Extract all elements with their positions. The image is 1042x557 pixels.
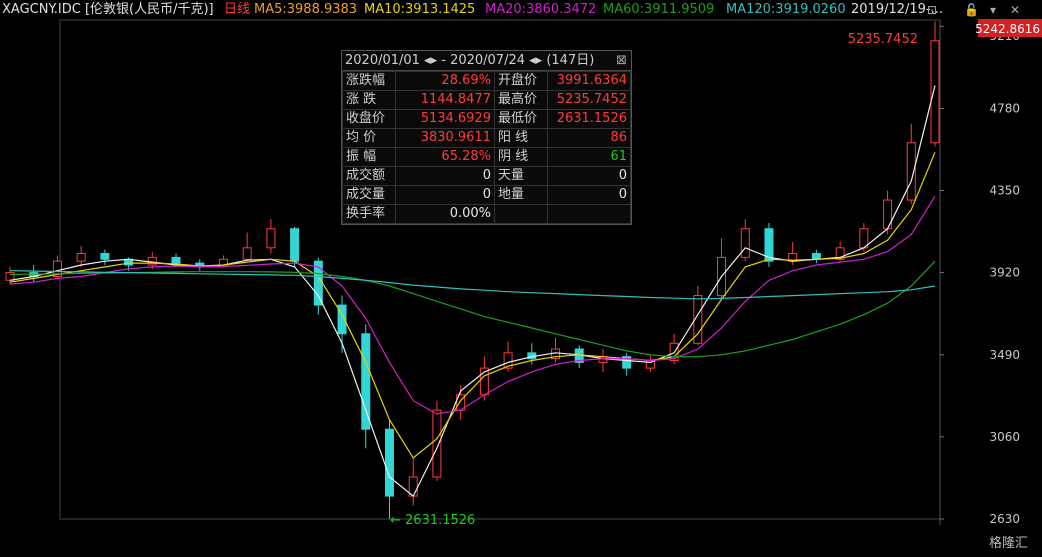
stat-label: 收盘价 [342, 109, 396, 129]
stat-value: 3830.9611 [395, 128, 495, 148]
stat-value [547, 204, 631, 224]
popup-row: 涨 跌 1144.8477 最高价 5235.7452 [342, 90, 631, 110]
y-tick-label: 3920 [989, 266, 1020, 280]
y-tick-label: 4780 [989, 101, 1020, 115]
candle-body [100, 253, 110, 260]
popup-days: (147日) [546, 53, 595, 68]
popup-row: 换手率 0.00% [342, 204, 631, 224]
ma20-value: MA20:3860.3472 [485, 2, 597, 17]
popup-row: 成交额 0 天量 0 [342, 166, 631, 186]
stat-value: 5134.6929 [395, 109, 495, 129]
ma120-value: MA120:3919.0260 [726, 2, 846, 17]
popup-title: 2020/01/01 ◂▸ - 2020/07/24 ◂▸ (147日) ⊠ [342, 51, 631, 71]
stat-label: 涨跌幅 [342, 71, 396, 91]
candle-body [195, 262, 205, 266]
stat-label: 阳 线 [494, 128, 548, 148]
candle-body [242, 247, 252, 260]
candle-body [384, 428, 394, 497]
chart-header: XAGCNY.IDC [伦敦银(人民币/千克)] 日线 MA5:3988.938… [0, 0, 1042, 20]
y-tick-label: 4350 [989, 184, 1020, 198]
candle-body [740, 228, 750, 258]
candle-body [930, 40, 940, 144]
stat-value: 65.28% [395, 147, 495, 167]
candle-body [76, 253, 86, 262]
ma120-line [9, 270, 936, 300]
stat-value: 3991.6364 [547, 71, 631, 91]
stat-label: 成交额 [342, 166, 396, 186]
range-stats-popup: 2020/01/01 ◂▸ - 2020/07/24 ◂▸ (147日) ⊠ 涨… [341, 50, 632, 225]
stat-value: 0.00% [395, 204, 495, 224]
stat-value: 0 [395, 166, 495, 186]
low-price-label: ← 2631.1526 [390, 513, 475, 528]
popup-row: 均 价 3830.9611 阳 线 86 [342, 128, 631, 148]
maximize-icon[interactable]: ⊡ [927, 0, 937, 20]
stat-label: 阴 线 [494, 147, 548, 167]
close-icon[interactable]: ⊠ [616, 51, 627, 70]
stat-label: 天量 [494, 166, 548, 186]
popup-row: 成交量 0 地量 0 [342, 185, 631, 205]
close-icon[interactable]: ✕ [1010, 0, 1020, 20]
candle-body [290, 228, 300, 262]
popup-row: 收盘价 5134.6929 最低价 2631.1526 [342, 109, 631, 129]
popup-date-range[interactable]: 2020/01/01 ◂▸ - 2020/07/24 ◂▸ [345, 53, 542, 68]
stat-label [494, 204, 548, 224]
current-price-label: 5242.8616 [975, 22, 1040, 36]
stat-label: 振 幅 [342, 147, 396, 167]
stat-value: 1144.8477 [395, 90, 495, 110]
candle-body [811, 253, 821, 260]
stat-label: 换手率 [342, 204, 396, 224]
stat-value: 0 [547, 185, 631, 205]
period-label[interactable]: 日线 [224, 0, 250, 20]
symbol-label: XAGCNY.IDC [伦敦银(人民币/千克)] [2, 2, 214, 17]
stat-value: 86 [547, 128, 631, 148]
y-tick-label: 3490 [989, 348, 1020, 362]
stat-label: 最高价 [494, 90, 548, 110]
chevron-down-icon[interactable]: ▾ [990, 0, 996, 20]
stat-value: 28.69% [395, 71, 495, 91]
ma60-value: MA60:3911.9509 [603, 2, 715, 17]
candle-body [266, 228, 276, 249]
lock-icon[interactable]: 🔓 [964, 0, 979, 20]
y-axis: 52104780435039203490306026305242.8616 [939, 19, 1042, 526]
stat-value: 5235.7452 [547, 90, 631, 110]
candle-body [432, 409, 442, 478]
stat-label: 均 价 [342, 128, 396, 148]
y-tick-label: 3060 [989, 430, 1020, 444]
ma60-line [9, 260, 936, 358]
candle-body [361, 333, 371, 430]
candle-body [5, 272, 15, 281]
stat-label: 成交量 [342, 185, 396, 205]
popup-row: 振 幅 65.28% 阴 线 61 [342, 147, 631, 167]
ma5-value: MA5:3988.9383 [254, 2, 358, 17]
high-price-label: 5235.7452 [848, 32, 918, 47]
stat-label: 地量 [494, 185, 548, 205]
candle-body [313, 260, 323, 306]
ma10-value: MA10:3913.1425 [364, 2, 476, 17]
popup-row: 涨跌幅 28.69% 开盘价 3991.6364 [342, 71, 631, 91]
stat-label: 涨 跌 [342, 90, 396, 110]
stat-label: 开盘价 [494, 71, 548, 91]
popup-stats-table: 涨跌幅 28.69% 开盘价 3991.6364 涨 跌 1144.8477 最高价 5235… [342, 71, 631, 224]
stat-value: 61 [547, 147, 631, 167]
stat-value: 0 [395, 185, 495, 205]
y-tick-label: 2630 [989, 512, 1020, 526]
candle-body [171, 256, 181, 264]
stat-label: 最低价 [494, 109, 548, 129]
stat-value: 2631.1526 [547, 109, 631, 129]
stat-value: 0 [547, 166, 631, 186]
watermark-logo: 格隆汇 [988, 536, 1028, 551]
